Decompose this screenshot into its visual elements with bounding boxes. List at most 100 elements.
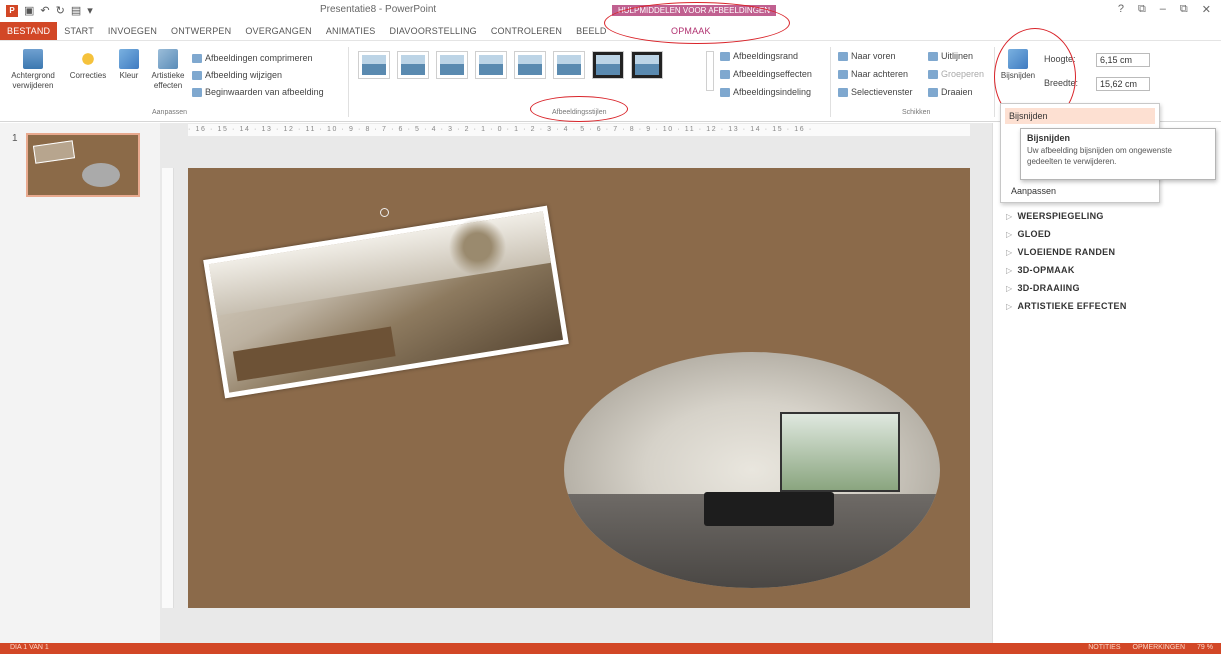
- tab-slideshow[interactable]: DIAVOORSTELLING: [383, 22, 484, 40]
- tab-animations[interactable]: ANIMATIES: [319, 22, 383, 40]
- picture-style-item[interactable]: [397, 51, 429, 79]
- height-field[interactable]: 6,15 cm: [1096, 53, 1150, 67]
- window-controls: ? ⧉ – ⧉ ✕: [1118, 3, 1211, 16]
- menu-item-crop[interactable]: Bijsnijden: [1005, 108, 1155, 124]
- bring-forward-icon: [838, 51, 848, 61]
- powerpoint-logo-icon: P: [6, 4, 18, 17]
- compress-pictures-button[interactable]: Afbeeldingen comprimeren: [192, 53, 313, 63]
- send-backward-icon: [838, 69, 848, 79]
- zoom-level[interactable]: 79 %: [1197, 644, 1213, 651]
- expand-icon: ▷: [1006, 302, 1013, 311]
- customize-icon[interactable]: ▾: [87, 4, 93, 17]
- ribbon-separator: [830, 47, 831, 117]
- remove-background-button[interactable]: Achtergrond verwijderen: [4, 49, 62, 91]
- save-icon[interactable]: ▣: [24, 4, 34, 17]
- ribbon-separator: [348, 47, 349, 117]
- status-bar: DIA 1 VAN 1 NOTITIES OPMERKINGEN 79 %: [0, 643, 1221, 654]
- expand-icon: ▷: [1006, 266, 1013, 275]
- artistic-effects-button[interactable]: Artistieke effecten: [146, 49, 190, 91]
- selection-pane-icon: [838, 87, 848, 97]
- picture-style-item[interactable]: [553, 51, 585, 79]
- section-3d-format[interactable]: ▷ 3D-OPMAAK: [1006, 261, 1127, 279]
- color-button[interactable]: Kleur: [116, 49, 142, 81]
- expand-icon: ▷: [1006, 212, 1013, 221]
- selection-pane-button[interactable]: Selectievenster: [838, 87, 913, 97]
- annotation-circle-context-tab: [604, 2, 790, 44]
- help-icon[interactable]: ?: [1118, 3, 1124, 16]
- expand-icon: ▷: [1006, 248, 1013, 257]
- rotate-button[interactable]: Draaien: [928, 87, 973, 97]
- corrections-button[interactable]: Correcties: [66, 49, 110, 81]
- picture-oval[interactable]: [564, 352, 940, 588]
- section-glow[interactable]: ▷ GLOED: [1006, 225, 1127, 243]
- picture-style-item[interactable]: [631, 51, 663, 79]
- tooltip-title: Bijsnijden: [1027, 133, 1071, 143]
- color-icon: [119, 49, 139, 69]
- picture-style-item[interactable]: [358, 51, 390, 79]
- bring-forward-button[interactable]: Naar voren: [838, 51, 896, 61]
- tab-file[interactable]: BESTAND: [0, 22, 58, 40]
- section-artistic-effects[interactable]: ▷ ARTISTIEKE EFFECTEN: [1006, 297, 1127, 315]
- tab-design[interactable]: ONTWERPEN: [164, 22, 238, 40]
- picture-effects-icon: [720, 69, 730, 79]
- reset-picture-button[interactable]: Beginwaarden van afbeelding: [192, 87, 324, 97]
- remove-background-icon: [23, 49, 43, 69]
- slide-number: 1: [12, 133, 18, 144]
- send-backward-button[interactable]: Naar achteren: [838, 69, 908, 79]
- menu-item-adjust[interactable]: Aanpassen: [1005, 186, 1056, 196]
- undo-icon[interactable]: ↶: [40, 4, 49, 17]
- section-soft-edges[interactable]: ▷ VLOEIENDE RANDEN: [1006, 243, 1127, 261]
- annotation-circle-styles: [530, 96, 628, 122]
- group-label-adjust: Aanpassen: [152, 109, 188, 116]
- tab-insert[interactable]: INVOEGEN: [101, 22, 164, 40]
- minimize-icon[interactable]: –: [1160, 3, 1166, 16]
- tab-home[interactable]: START: [57, 22, 101, 40]
- section-reflection[interactable]: ▷ WEERSPIEGELING: [1006, 207, 1127, 225]
- slide-thumbnail-pane: 1: [0, 123, 160, 643]
- picture-style-item[interactable]: [475, 51, 507, 79]
- width-field[interactable]: 15,62 cm: [1096, 77, 1150, 91]
- picture-border-icon: [720, 51, 730, 61]
- picture-style-item[interactable]: [592, 51, 624, 79]
- tab-review[interactable]: CONTROLEREN: [484, 22, 569, 40]
- horizontal-ruler: · 16 · 15 · 14 · 13 · 12 · 11 · 10 · 9 ·…: [188, 124, 970, 136]
- slide-thumbnail[interactable]: [26, 133, 140, 197]
- restore-icon[interactable]: ⧉: [1180, 3, 1188, 16]
- artistic-effects-icon: [158, 49, 178, 69]
- tab-transitions[interactable]: OVERGANGEN: [238, 22, 319, 40]
- picture-style-item[interactable]: [436, 51, 468, 79]
- picture-style-item[interactable]: [514, 51, 546, 79]
- picture-rectangle[interactable]: [203, 205, 569, 399]
- slide-info: DIA 1 VAN 1: [10, 644, 49, 651]
- photo-sofa: [704, 492, 834, 526]
- align-button[interactable]: Uitlijnen: [928, 51, 973, 61]
- align-icon: [928, 51, 938, 61]
- reset-picture-icon: [192, 87, 202, 97]
- picture-effects-button[interactable]: Afbeeldingseffecten: [720, 69, 812, 79]
- close-icon[interactable]: ✕: [1202, 3, 1211, 16]
- group-button[interactable]: Groeperen: [928, 69, 984, 79]
- redo-icon[interactable]: ↻: [56, 4, 65, 17]
- picture-layout-icon: [720, 87, 730, 97]
- status-right: NOTITIES OPMERKINGEN 79 %: [1088, 644, 1213, 651]
- ribbon-display-icon[interactable]: ⧉: [1138, 3, 1146, 16]
- photo-decoration: [442, 207, 513, 287]
- comments-button[interactable]: OPMERKINGEN: [1133, 644, 1186, 651]
- change-picture-icon: [192, 70, 202, 80]
- picture-layout-button[interactable]: Afbeeldingsindeling: [720, 87, 811, 97]
- rotate-handle-icon[interactable]: [380, 208, 389, 217]
- section-3d-rotation[interactable]: ▷ 3D-DRAAIING: [1006, 279, 1127, 297]
- thumbnail-photo: [32, 140, 76, 164]
- picture-border-button[interactable]: Afbeeldingsrand: [720, 51, 798, 61]
- tooltip-description: Uw afbeelding bijsnijden om ongewenste g…: [1027, 146, 1172, 166]
- slideshow-icon[interactable]: ▤: [71, 4, 81, 17]
- change-picture-button[interactable]: Afbeelding wijzigen: [192, 70, 282, 80]
- rotate-icon: [928, 87, 938, 97]
- group-label-arrange: Schikken: [902, 109, 931, 116]
- notes-button[interactable]: NOTITIES: [1088, 644, 1120, 651]
- expand-icon: ▷: [1006, 230, 1013, 239]
- slide[interactable]: [188, 168, 970, 608]
- gallery-scroll[interactable]: [706, 51, 714, 91]
- group-icon: [928, 69, 938, 79]
- photo-table: [232, 326, 396, 382]
